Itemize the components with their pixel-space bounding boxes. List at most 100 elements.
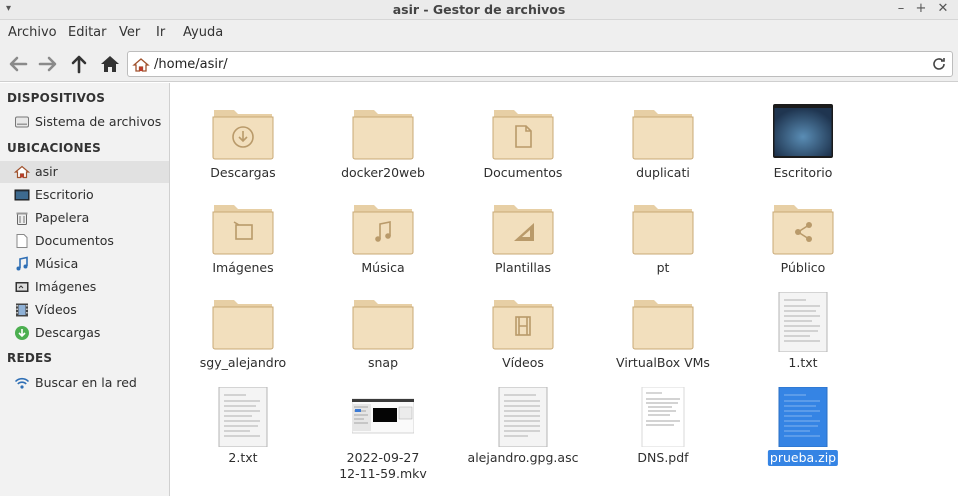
file-name: Plantillas <box>494 260 552 275</box>
trash-icon <box>16 212 28 225</box>
file-item-virtualbox-vms[interactable]: VirtualBox VMs <box>593 278 733 373</box>
home-button[interactable] <box>98 52 122 76</box>
window-title: asir - Gestor de archivos <box>392 2 566 17</box>
folder-image-icon <box>212 205 274 255</box>
file-name: Imágenes <box>212 260 274 275</box>
sidebar-item-videos[interactable]: Vídeos <box>0 299 169 321</box>
folder-video-icon <box>492 300 554 350</box>
music-icon <box>16 256 28 271</box>
folder-icon <box>632 110 694 160</box>
file-item-descargas[interactable]: Descargas <box>173 88 313 183</box>
sidebar-item-musica[interactable]: Música <box>0 253 169 275</box>
network-icon <box>14 377 30 389</box>
close-icon[interactable]: ✕ <box>935 1 951 16</box>
sidebar-item-sistema-de-archivos[interactable]: Sistema de archivos <box>0 111 169 133</box>
document-icon <box>16 234 28 248</box>
file-item-sgy-alejandro[interactable]: sgy_alejandro <box>173 278 313 373</box>
menu-archivo[interactable]: Archivo <box>8 25 57 40</box>
section-ubicaciones: UBICACIONES <box>7 141 102 155</box>
file-name: VirtualBox VMs <box>616 355 710 370</box>
home-icon <box>101 56 119 72</box>
sidebar-item-papelera[interactable]: Papelera <box>0 207 169 229</box>
home-icon <box>14 165 30 179</box>
file-name: Documentos <box>483 165 563 180</box>
forward-button[interactable] <box>36 52 60 76</box>
arrow-right-icon <box>38 56 57 72</box>
location-path[interactable]: /home/asir/ <box>154 57 228 72</box>
sidebar-item-descargas[interactable]: Descargas <box>0 322 169 344</box>
section-redes: REDES <box>7 351 53 365</box>
home-icon <box>132 58 150 72</box>
title-bar: ▾ asir - Gestor de archivos – + ✕ <box>0 0 958 20</box>
file-name: alejandro.gpg.asc <box>467 450 579 465</box>
file-item-snap[interactable]: snap <box>313 278 453 373</box>
menu-bar: Archivo Editar Ver Ir Ayuda <box>0 20 958 46</box>
drive-icon <box>15 116 29 128</box>
file-item-documentos[interactable]: Documentos <box>453 88 593 183</box>
video-icon <box>16 303 28 317</box>
file-item-musica[interactable]: Música <box>313 183 453 278</box>
sidebar-item-label: Buscar en la red <box>35 375 137 390</box>
menu-ayuda[interactable]: Ayuda <box>183 25 223 40</box>
sidebar-item-documentos[interactable]: Documentos <box>0 230 169 252</box>
back-button[interactable] <box>6 52 30 76</box>
file-item-prueba-zip[interactable]: prueba.zip <box>733 373 873 468</box>
sidebar: DISPOSITIVOS Sistema de archivos UBICACI… <box>0 83 170 496</box>
file-item-pt[interactable]: pt <box>593 183 733 278</box>
text-file-icon <box>778 292 828 352</box>
maximize-icon[interactable]: + <box>913 1 929 16</box>
file-item-videos[interactable]: Vídeos <box>453 278 593 373</box>
reload-icon[interactable] <box>930 55 948 73</box>
file-item-2-txt[interactable]: 2.txt <box>173 373 313 468</box>
file-name: Público <box>780 260 826 275</box>
arrow-left-icon <box>9 56 28 72</box>
folder-music-icon <box>352 205 414 255</box>
file-name: 1.txt <box>788 355 818 370</box>
toolbar: /home/asir/ <box>0 46 958 82</box>
file-name: Vídeos <box>502 355 544 370</box>
sidebar-item-label: Música <box>35 256 79 271</box>
sidebar-item-buscar-en-la-red[interactable]: Buscar en la red <box>0 372 169 394</box>
file-item-publico[interactable]: Público <box>733 183 873 278</box>
folder-share-icon <box>772 205 834 255</box>
folder-document-icon <box>492 110 554 160</box>
menu-ver[interactable]: Ver <box>119 25 140 40</box>
file-item-imagenes[interactable]: Imágenes <box>173 183 313 278</box>
file-item-plantillas[interactable]: Plantillas <box>453 183 593 278</box>
file-item-mkv[interactable]: 2022-09-27 12-11-59.mkv <box>313 373 453 481</box>
sidebar-item-label: Escritorio <box>35 187 94 202</box>
minimize-icon[interactable]: – <box>893 1 909 16</box>
file-item-docker20web[interactable]: docker20web <box>313 88 453 183</box>
sidebar-item-imagenes[interactable]: Imágenes <box>0 276 169 298</box>
file-name: pt <box>656 260 670 275</box>
file-name: Música <box>361 260 405 275</box>
file-item-alejandro-gpg-asc[interactable]: alejandro.gpg.asc <box>453 373 593 468</box>
sidebar-item-escritorio[interactable]: Escritorio <box>0 184 169 206</box>
file-item-dns-pdf[interactable]: DNS.pdf <box>593 373 733 468</box>
file-name: DNS.pdf <box>637 450 689 465</box>
video-thumbnail-icon <box>352 398 414 434</box>
sidebar-item-label: Imágenes <box>35 279 97 294</box>
file-name: duplicati <box>636 165 690 180</box>
text-file-icon <box>218 387 268 447</box>
sidebar-item-label: Vídeos <box>35 302 77 317</box>
text-file-icon <box>498 387 548 447</box>
file-item-duplicati[interactable]: duplicati <box>593 88 733 183</box>
menu-editar[interactable]: Editar <box>68 25 107 40</box>
menu-ir[interactable]: Ir <box>156 25 165 40</box>
file-item-1-txt[interactable]: 1.txt <box>733 278 873 373</box>
sidebar-item-asir[interactable]: asir <box>0 161 169 183</box>
sidebar-item-label: Sistema de archivos <box>35 114 162 129</box>
zip-file-icon <box>778 387 828 447</box>
section-dispositivos: DISPOSITIVOS <box>7 91 106 105</box>
up-button[interactable] <box>67 52 91 76</box>
sidebar-item-label: asir <box>35 164 58 179</box>
folder-icon <box>352 110 414 160</box>
folder-icon <box>632 205 694 255</box>
file-name: snap <box>367 355 399 370</box>
file-name-selected: prueba.zip <box>767 450 839 466</box>
location-bar[interactable]: /home/asir/ <box>127 51 953 77</box>
file-item-escritorio[interactable]: Escritorio <box>733 88 873 183</box>
sidebar-item-label: Papelera <box>35 210 90 225</box>
file-name: sgy_alejandro <box>199 355 287 370</box>
